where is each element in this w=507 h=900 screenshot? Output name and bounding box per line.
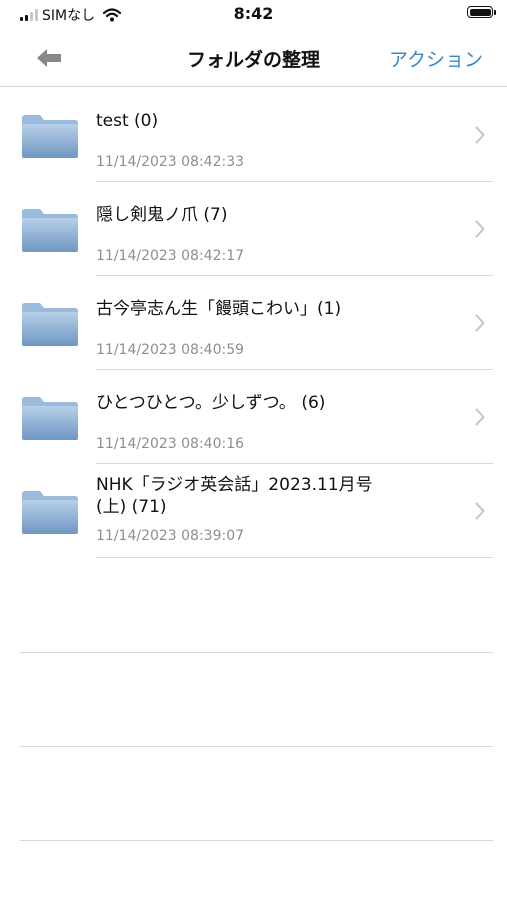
folder-name: 古今亭志ん生「饅頭こわい」(1) [96, 299, 342, 319]
chevron-right-icon [475, 126, 485, 144]
folder-row[interactable]: ひとつひとつ。少しずつ。 (6) 11/14/2023 08:40:16 [0, 370, 507, 464]
folder-name: test (0) [96, 111, 159, 131]
empty-row-separator [20, 652, 493, 653]
chevron-right-icon [475, 220, 485, 238]
empty-row-separator [20, 746, 493, 747]
folder-list: test (0) 11/14/2023 08:42:33 隠し剣鬼ノ爪 (7) … [0, 88, 507, 558]
folder-row[interactable]: NHK「ラジオ英会話」2023.11月号(上) (71) 11/14/2023 … [0, 464, 507, 558]
folder-icon [22, 303, 78, 346]
folder-icon [22, 209, 78, 252]
chevron-right-icon [475, 408, 485, 426]
folder-row[interactable]: test (0) 11/14/2023 08:42:33 [0, 88, 507, 182]
folder-icon [22, 115, 78, 158]
folder-date: 11/14/2023 08:40:16 [96, 436, 245, 452]
back-button[interactable] [32, 44, 66, 72]
folder-name: 隠し剣鬼ノ爪 (7) [96, 205, 228, 225]
status-bar: SIMなし 8:42 [0, 0, 507, 30]
folder-icon [22, 491, 78, 534]
row-separator [96, 557, 493, 558]
folder-icon [22, 397, 78, 440]
chevron-right-icon [475, 314, 485, 332]
folder-name: NHK「ラジオ英会話」2023.11月号(上) (71) [96, 475, 373, 517]
navigation-bar: フォルダの整理 アクション [0, 30, 507, 87]
battery-icon [467, 6, 497, 20]
empty-row-separator [20, 840, 493, 841]
arrow-left-icon [37, 49, 61, 67]
folder-date: 11/14/2023 08:42:33 [96, 154, 245, 170]
folder-date: 11/14/2023 08:39:07 [96, 528, 245, 544]
folder-date: 11/14/2023 08:42:17 [96, 248, 245, 264]
folder-row[interactable]: 古今亭志ん生「饅頭こわい」(1) 11/14/2023 08:40:59 [0, 276, 507, 370]
folder-date: 11/14/2023 08:40:59 [96, 342, 245, 358]
action-button[interactable]: アクション [389, 45, 483, 72]
clock: 8:42 [233, 4, 274, 23]
folder-name: ひとつひとつ。少しずつ。 (6) [96, 393, 326, 413]
folder-row[interactable]: 隠し剣鬼ノ爪 (7) 11/14/2023 08:42:17 [0, 182, 507, 276]
chevron-right-icon [475, 502, 485, 520]
